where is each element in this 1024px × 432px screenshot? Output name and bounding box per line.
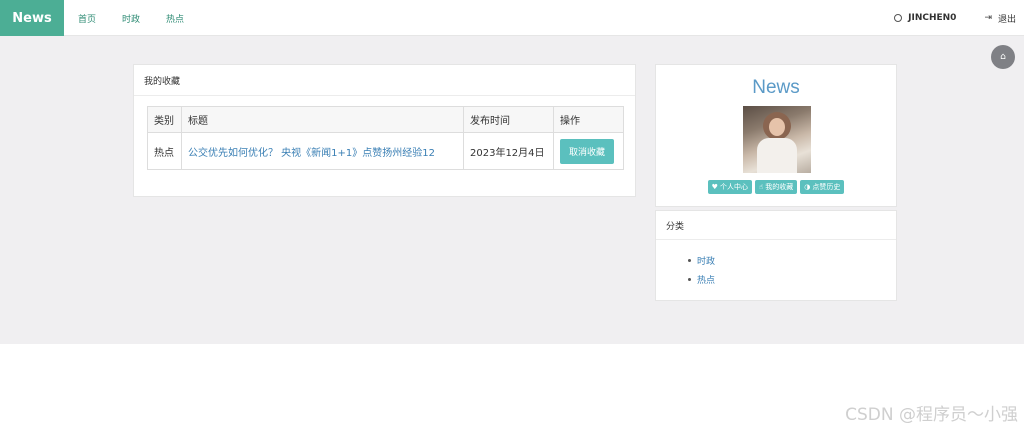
- username-label: JINCHEN0: [908, 13, 957, 23]
- my-favorites-label: 我的收藏: [765, 183, 794, 191]
- like-history-button[interactable]: ◑ 点赞历史: [800, 180, 845, 194]
- column-header-category: 类别: [147, 106, 182, 133]
- nav-link-hot[interactable]: 热点: [166, 12, 184, 25]
- profile-buttons: ♥ 个人中心 ☝ 我的收藏 ◑ 点赞历史: [656, 180, 896, 194]
- category-link-politics[interactable]: 时政: [697, 254, 715, 267]
- category-link-hot[interactable]: 热点: [697, 273, 715, 286]
- avatar-body: [757, 138, 797, 173]
- logout-button[interactable]: ⇥ 退出: [984, 12, 1016, 25]
- table-row: 热点 公交优先如何优化？ 央视《新闻1+1》点赞扬州经验12 2023年12月4…: [147, 132, 624, 170]
- profile-title: News: [752, 77, 800, 98]
- logout-label: 退出: [997, 14, 1016, 25]
- category-panel: 分类 时政 热点: [655, 210, 897, 301]
- logout-icon: ⇥: [984, 13, 992, 23]
- favorites-table: 类别 标题 发布时间 操作 热点 公交优先如何优化？ 央视《新闻1+1》点赞扬州…: [147, 106, 624, 170]
- favorites-title: 我的收藏: [134, 65, 635, 96]
- like-history-label: 点赞历史: [812, 183, 841, 191]
- nav-link-home[interactable]: 首页: [78, 12, 96, 25]
- row-date: 2023年12月4日: [463, 132, 554, 170]
- user-area: JINCHEN0 ⇥ 退出: [894, 0, 1024, 36]
- avatar: [743, 106, 811, 173]
- news-title-link[interactable]: 公交优先如何优化？ 央视《新闻1+1》点赞扬州经验12: [188, 148, 435, 159]
- column-header-action: 操作: [553, 106, 624, 133]
- home-button[interactable]: ⌂: [991, 45, 1015, 69]
- list-item: 时政: [688, 251, 715, 270]
- heart-icon: ♥: [711, 183, 718, 191]
- category-title: 分类: [656, 211, 896, 240]
- bullet-icon: [688, 259, 691, 262]
- brand-logo[interactable]: News: [0, 0, 64, 36]
- nav-links: 首页 时政 热点: [78, 0, 184, 36]
- user-icon: [894, 14, 903, 22]
- favorites-panel: 我的收藏 类别 标题 发布时间 操作 热点 公交优先如何优化？ 央视《新闻1+1…: [133, 64, 636, 197]
- profile-panel: News ♥ 个人中心 ☝ 我的收藏 ◑ 点赞历史: [655, 64, 897, 207]
- column-header-date: 发布时间: [463, 106, 554, 133]
- avatar-face: [769, 118, 785, 136]
- row-action-cell: 取消收藏: [553, 132, 624, 170]
- personal-center-label: 个人中心: [719, 183, 748, 191]
- list-item: 热点: [688, 270, 715, 289]
- column-header-title: 标题: [181, 106, 464, 133]
- nav-link-politics[interactable]: 时政: [122, 12, 140, 25]
- half-circle-icon: ◑: [804, 183, 811, 191]
- cancel-favorite-button[interactable]: 取消收藏: [560, 138, 615, 164]
- category-list: 时政 热点: [688, 251, 715, 289]
- top-navbar: News 首页 时政 热点 JINCHEN0 ⇥ 退出: [0, 0, 1024, 36]
- personal-center-button[interactable]: ♥ 个人中心: [707, 180, 752, 194]
- row-category: 热点: [147, 132, 182, 170]
- watermark: CSDN @程序员～小强: [845, 405, 1018, 425]
- thumbs-up-icon: ☝: [758, 183, 764, 191]
- my-favorites-button[interactable]: ☝ 我的收藏: [754, 180, 798, 194]
- user-menu[interactable]: JINCHEN0: [894, 13, 956, 23]
- home-icon: ⌂: [1000, 52, 1006, 62]
- table-header-row: 类别 标题 发布时间 操作: [147, 106, 624, 133]
- row-title-cell: 公交优先如何优化？ 央视《新闻1+1》点赞扬州经验12: [181, 132, 464, 170]
- bullet-icon: [688, 278, 691, 281]
